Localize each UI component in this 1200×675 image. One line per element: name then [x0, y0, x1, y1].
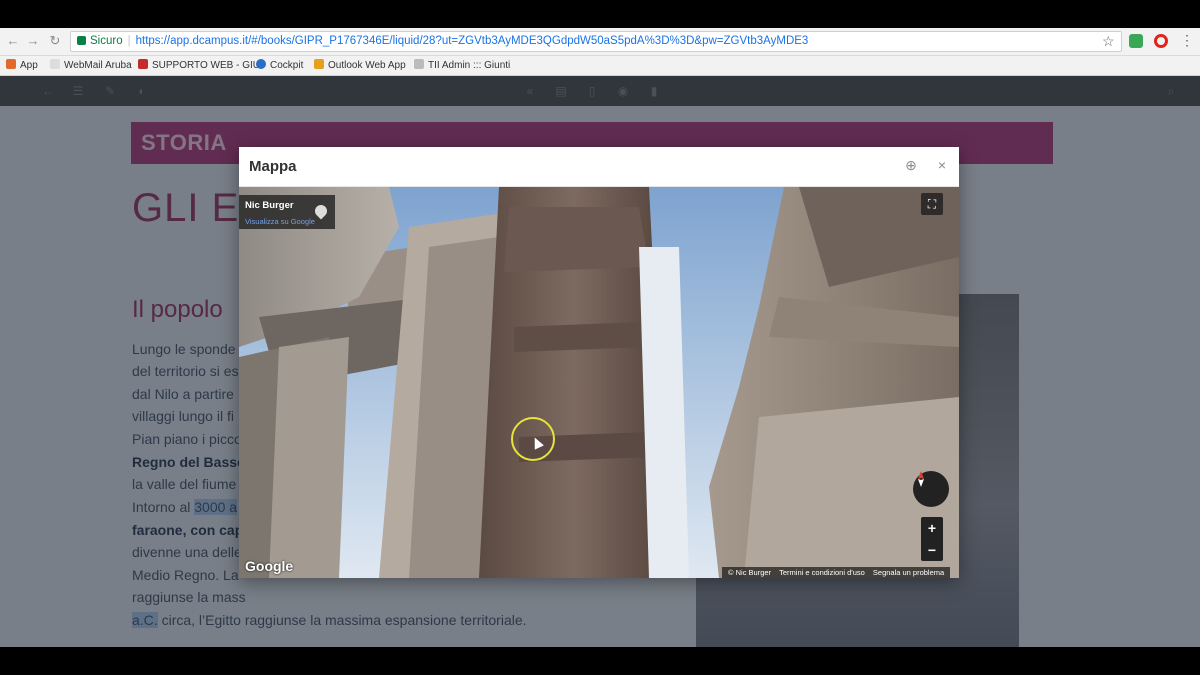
lock-icon: [77, 36, 86, 45]
forward-icon[interactable]: →: [24, 32, 42, 50]
reader-toolbar: ← ☰ ✎ ◐ « ▤ ▯ ◉ ▮ ⌕: [0, 76, 1200, 106]
outlook-icon: [314, 59, 324, 69]
modal-header: Mappa ⊕ ×: [239, 147, 959, 187]
close-icon[interactable]: ×: [933, 156, 951, 174]
compass-icon[interactable]: [913, 471, 949, 507]
tools-icon[interactable]: ✎: [102, 83, 118, 99]
address-bar[interactable]: Sicuro | https://app.dcampus.it/#/books/GI…: [70, 31, 1122, 52]
page-icon: [50, 59, 60, 69]
zoom-out-button[interactable]: −: [921, 539, 943, 561]
copyright-text: © Nic Burger: [728, 568, 772, 577]
column-icon[interactable]: ▯: [584, 83, 600, 99]
screen-frame: ← → ↻ Sicuro | https://app.dcampus.it/#/bo…: [0, 0, 1200, 675]
bookmark-star-icon[interactable]: ☆: [1102, 33, 1115, 49]
modal-title: Mappa: [249, 158, 297, 175]
list-icon[interactable]: ☰: [70, 83, 86, 99]
search-icon[interactable]: ⌕: [1163, 83, 1179, 99]
author-name[interactable]: Nic Burger: [245, 200, 294, 211]
address-bar-row: ← → ↻ Sicuro | https://app.dcampus.it/#/bo…: [0, 28, 1200, 56]
bookmark-outlook[interactable]: Outlook Web App: [314, 59, 406, 73]
google-logo: Google: [245, 558, 294, 574]
book-icon[interactable]: ▤: [553, 83, 569, 99]
reload-icon[interactable]: ↻: [46, 32, 64, 50]
opera-extension-icon[interactable]: [1154, 34, 1168, 48]
terms-link[interactable]: Termini e condizioni d'uso: [779, 568, 865, 577]
compass-needle-icon: [918, 471, 924, 487]
fullscreen-icon[interactable]: ⛶: [921, 193, 943, 215]
contrast-icon[interactable]: ◐: [134, 83, 150, 99]
apps-grid-icon: [6, 59, 16, 69]
report-problem-link[interactable]: Segnala un problema: [873, 568, 944, 577]
map-pin-icon[interactable]: [312, 202, 330, 220]
add-icon[interactable]: ⊕: [902, 156, 920, 174]
url-text[interactable]: https://app.dcampus.it/#/books/GIPR_P176…: [136, 35, 809, 47]
browser-menu-icon[interactable]: ⋮: [1180, 32, 1194, 48]
bookmark-tii-admin[interactable]: TII Admin ::: Giunti: [414, 59, 510, 73]
eye-icon[interactable]: ◉: [615, 83, 631, 99]
extension-icon[interactable]: [1129, 34, 1143, 48]
support-icon: [138, 59, 148, 69]
street-view-footer: © Nic Burger Termini e condizioni d'uso …: [722, 567, 951, 578]
author-card: Nic Burger Visualizza su Google Maps: [239, 195, 335, 229]
bookmarks-bar: App WebMail Aruba SUPPORTO WEB - GIU Coc…: [0, 56, 1200, 76]
street-view-scene: [239, 187, 959, 578]
secure-label: Sicuro: [90, 35, 123, 47]
rewind-icon[interactable]: «: [522, 83, 538, 99]
page-icon: [414, 59, 424, 69]
bookmark-webmail[interactable]: WebMail Aruba: [50, 59, 132, 73]
zoom-control: + −: [921, 517, 943, 561]
author-link[interactable]: Visualizza su Google Maps: [245, 217, 315, 226]
bookmark-supporto[interactable]: SUPPORTO WEB - GIU: [138, 59, 260, 73]
zoom-in-button[interactable]: +: [921, 517, 943, 539]
bookmark-tool-icon[interactable]: ▮: [646, 83, 662, 99]
street-view[interactable]: Nic Burger Visualizza su Google Maps ⛶ +…: [239, 187, 959, 578]
bookmark-apps[interactable]: App: [6, 59, 38, 73]
bookmark-cockpit[interactable]: Cockpit: [256, 59, 303, 73]
browser-window: ← → ↻ Sicuro | https://app.dcampus.it/#/bo…: [0, 28, 1200, 647]
back-arrow-icon[interactable]: ←: [40, 83, 56, 99]
map-modal: Mappa ⊕ × Nic Burger Visualizza su Googl…: [239, 147, 959, 578]
cockpit-icon: [256, 59, 266, 69]
back-icon[interactable]: ←: [4, 32, 22, 50]
